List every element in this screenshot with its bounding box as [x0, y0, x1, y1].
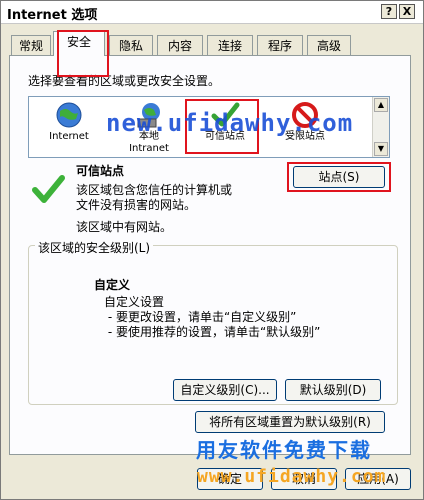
- zone-scrollbar[interactable]: ▲ ▼: [372, 97, 389, 157]
- scroll-down-icon[interactable]: ▼: [374, 142, 388, 156]
- title-bar[interactable]: Internet 选项 ? X: [1, 1, 423, 24]
- tab-privacy[interactable]: 隐私: [109, 35, 153, 55]
- custom-level-button[interactable]: 自定义级别(C)...: [173, 379, 277, 401]
- security-level-label: 该区域的安全级别(L): [35, 239, 154, 256]
- zone-internet[interactable]: Internet: [29, 101, 109, 143]
- close-button[interactable]: X: [399, 4, 415, 19]
- internet-options-dialog: Internet 选项 ? X 常规 安全 隐私 内容 连接 程序 高级 选择要…: [0, 0, 424, 500]
- watermark-url-2: www.ufidawhy.com: [197, 466, 387, 487]
- tab-content[interactable]: 内容: [157, 35, 203, 55]
- level-description: 自定义设置 - 要更改设置，请单击“自定义级别” - 要使用推荐的设置，请单击“…: [104, 295, 321, 339]
- selected-zone-title: 可信站点: [76, 164, 125, 178]
- watermark-banner: 用友软件免费下载: [196, 438, 372, 462]
- default-level-button[interactable]: 默认级别(D): [285, 379, 381, 401]
- zone-sites-note: 该区域中有网站。: [76, 220, 173, 234]
- globe-icon: [54, 101, 84, 129]
- scroll-up-icon[interactable]: ▲: [374, 98, 388, 112]
- window-title: Internet 选项: [7, 8, 98, 23]
- reset-all-zones-button[interactable]: 将所有区域重置为默认级别(R): [195, 411, 385, 433]
- tab-general[interactable]: 常规: [11, 35, 51, 55]
- zone-prompt: 选择要查看的区域或更改安全设置。: [28, 74, 221, 88]
- selected-zone-check-icon: [31, 173, 65, 208]
- selected-zone-description: 该区域包含您信任的计算机或 文件没有损害的网站。: [76, 183, 233, 212]
- tab-security[interactable]: 安全: [53, 31, 105, 56]
- tab-advanced[interactable]: 高级: [307, 35, 351, 55]
- tab-programs[interactable]: 程序: [257, 35, 303, 55]
- zone-label: Internet: [49, 131, 89, 142]
- level-title: 自定义: [94, 278, 131, 292]
- help-button[interactable]: ?: [381, 4, 397, 19]
- watermark-url: new.ufidawhy.com: [106, 109, 354, 137]
- tab-connections[interactable]: 连接: [207, 35, 253, 55]
- sites-button[interactable]: 站点(S): [293, 166, 385, 188]
